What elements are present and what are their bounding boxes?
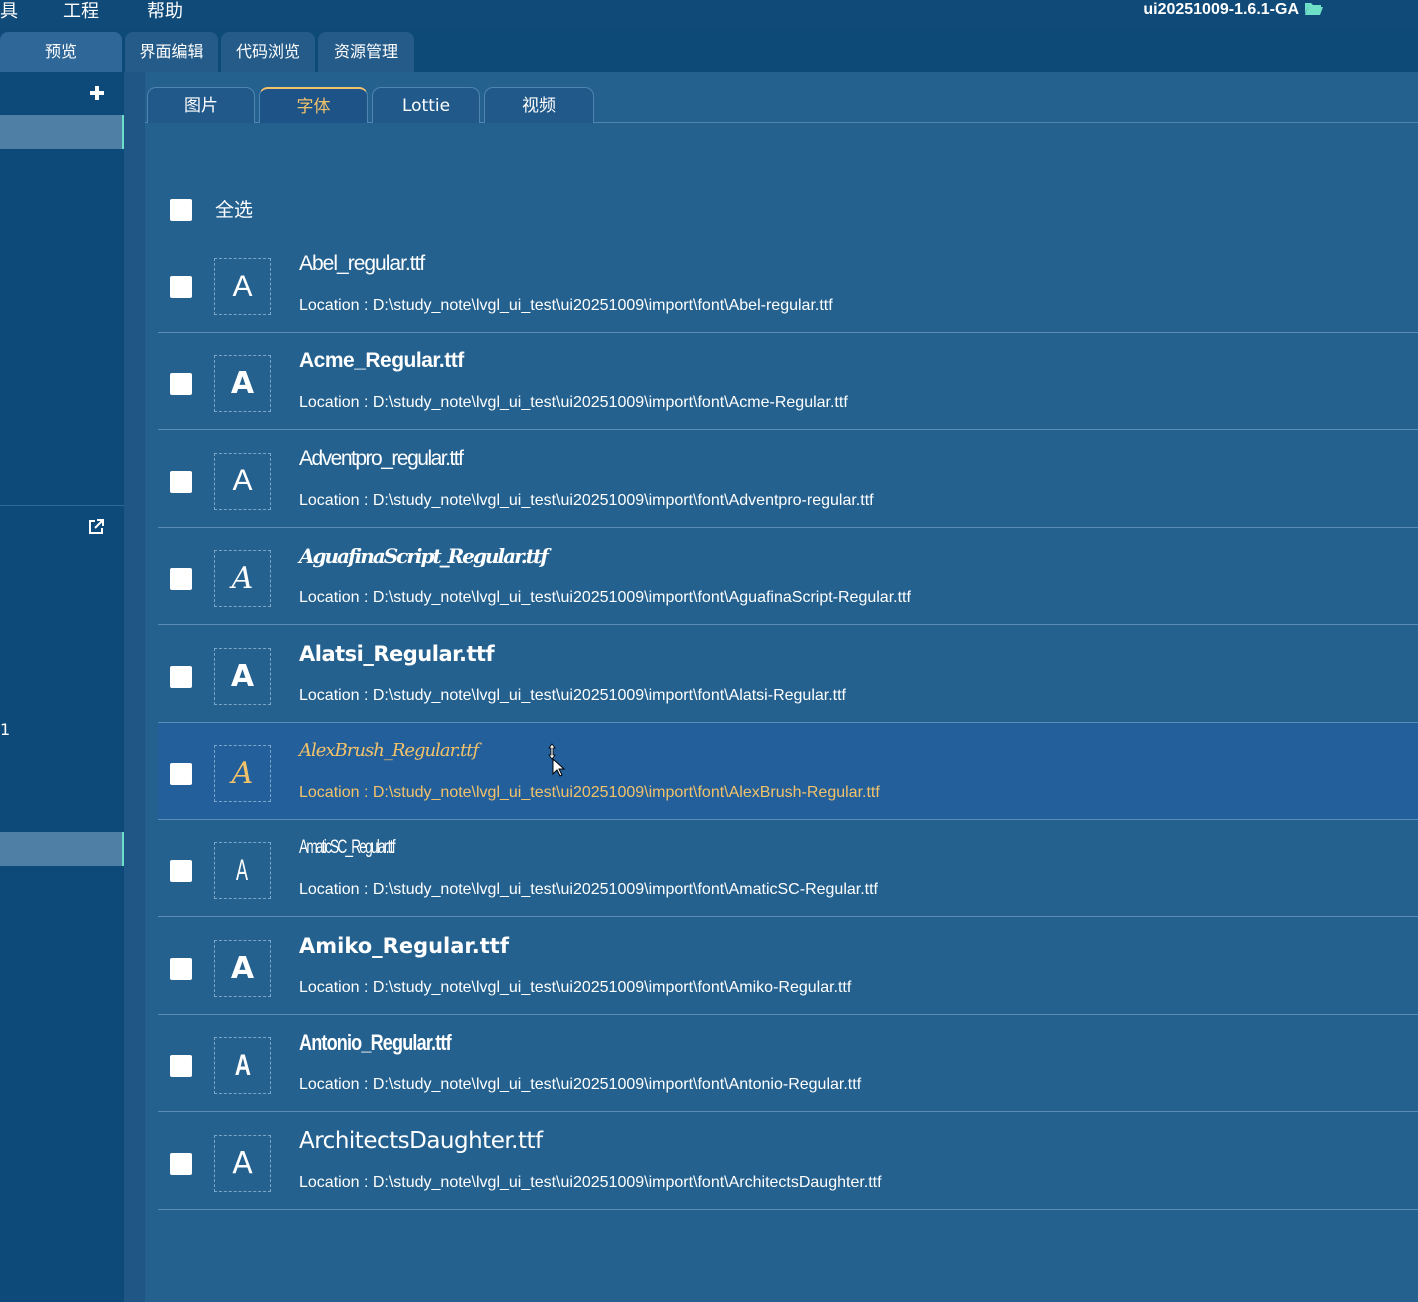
menu-tools[interactable]: 具 — [0, 0, 18, 24]
main-tabs-bar: 预览 界面编辑 代码浏览 资源管理 — [0, 30, 1418, 72]
font-location: Location : D:\study_note\lvgl_ui_test\ui… — [299, 881, 878, 899]
menu-bar: 具 工程 帮助 ui20251009-1.6.1-GA — [0, 0, 1418, 30]
font-row[interactable]: A Abel_regular.ttf Location : D:\study_not… — [158, 236, 1418, 333]
sidebar-divider — [0, 505, 124, 506]
font-preview-icon: A — [214, 647, 271, 705]
font-checkbox[interactable] — [170, 470, 192, 493]
sidebar-selected-item[interactable] — [0, 115, 125, 149]
font-location: Location : D:\study_note\lvgl_ui_test\ui… — [299, 1173, 882, 1191]
font-name: Antonio_Regular.ttf — [299, 1030, 452, 1056]
font-name: Abel_regular.ttf — [299, 252, 425, 275]
font-glyph: A — [231, 756, 254, 791]
font-checkbox[interactable] — [170, 1055, 192, 1078]
project-title-text: ui20251009-1.6.1-GA — [1143, 1, 1299, 18]
font-row[interactable]: A Alatsi_Regular.ttf Location : D:\study_n… — [158, 626, 1418, 723]
font-location: Location : D:\study_note\lvgl_ui_test\ui… — [299, 297, 833, 314]
font-location: Location : D:\study_note\lvgl_ui_test\ui… — [299, 978, 852, 996]
font-name: Adventpro_regular.ttf — [299, 446, 464, 470]
font-glyph: A — [236, 853, 249, 887]
font-checkbox[interactable] — [170, 957, 192, 980]
font-checkbox[interactable] — [170, 276, 192, 298]
tab-fonts[interactable]: 字体 — [259, 87, 368, 123]
font-preview-icon: A — [214, 258, 271, 315]
menu-project[interactable]: 工程 — [63, 0, 99, 24]
font-preview-icon: A — [214, 1134, 271, 1192]
font-glyph: A — [232, 464, 253, 498]
font-checkbox[interactable] — [170, 568, 192, 591]
tab-preview[interactable]: 预览 — [0, 32, 122, 72]
tab-images[interactable]: 图片 — [147, 87, 255, 123]
select-all-label: 全选 — [215, 199, 254, 221]
font-location: Location : D:\study_note\lvgl_ui_test\ui… — [299, 1076, 862, 1094]
sidebar-partial-text: 1 — [0, 720, 11, 739]
font-row[interactable]: A Adventpro_regular.ttf Location : D:\stud… — [158, 431, 1418, 528]
font-location: Location : D:\study_note\lvgl_ui_test\ui… — [299, 686, 846, 704]
resource-panel: 图片 字体 Lottie 视频 全选 A Abel_regular.ttf Loca… — [145, 72, 1418, 1302]
font-row[interactable]: A ArchitectsDaughter.ttf Location : D:\stu… — [158, 1113, 1418, 1210]
font-preview-icon: A — [214, 745, 271, 802]
project-title: ui20251009-1.6.1-GA — [1143, 0, 1324, 20]
font-glyph: A — [231, 561, 254, 597]
font-name: AmaticSC_Regular.ttf — [299, 837, 396, 859]
font-checkbox[interactable] — [170, 373, 192, 396]
font-glyph: A — [230, 366, 255, 402]
font-name: Alatsi_Regular.ttf — [299, 641, 495, 666]
tab-video[interactable]: 视频 — [484, 87, 594, 123]
tab-lottie[interactable]: Lottie — [372, 87, 480, 123]
left-sidebar: 1 — [0, 72, 125, 1302]
font-location: Location : D:\study_note\lvgl_ui_test\ui… — [299, 784, 880, 801]
font-checkbox[interactable] — [170, 665, 192, 688]
plus-icon[interactable] — [88, 84, 106, 102]
font-preview-icon: A — [214, 842, 271, 900]
font-checkbox[interactable] — [170, 1152, 192, 1175]
font-preview-icon: A — [214, 939, 271, 997]
font-name: AguafinaScript_Regular.ttf — [299, 544, 549, 569]
font-glyph: A — [230, 950, 255, 986]
menu-help[interactable]: 帮助 — [147, 0, 183, 24]
font-glyph: A — [230, 658, 255, 694]
font-name: Acme_Regular.ttf — [299, 349, 464, 373]
font-checkbox[interactable] — [170, 763, 192, 785]
font-location: Location : D:\study_note\lvgl_ui_test\ui… — [299, 394, 848, 412]
tab-code-browser[interactable]: 代码浏览 — [221, 32, 315, 72]
folder-open-icon[interactable] — [1304, 0, 1324, 21]
font-name: Amiko_Regular.ttf — [299, 933, 509, 958]
panel-gutter — [124, 72, 145, 1302]
font-row[interactable]: A AguafinaScript_Regular.ttf Location : D:… — [158, 528, 1418, 626]
font-glyph: A — [232, 1145, 253, 1181]
font-preview-icon: A — [214, 355, 271, 413]
mouse-cursor-icon — [548, 743, 566, 777]
select-all-checkbox[interactable] — [170, 199, 192, 221]
font-preview-icon: A — [214, 452, 271, 510]
font-glyph: A — [232, 269, 253, 303]
font-glyph: A — [234, 1048, 251, 1082]
font-name: AlexBrush_Regular.ttf — [299, 740, 479, 761]
tab-ui-editor[interactable]: 界面编辑 — [125, 32, 218, 72]
font-row[interactable]: A AmaticSC_Regular.ttf Location : D:\study… — [158, 820, 1418, 918]
font-row[interactable]: A AlexBrush_Regular.ttf Location : D:\stud… — [158, 723, 1418, 820]
font-preview-icon: A — [214, 550, 271, 608]
font-preview-icon: A — [214, 1037, 271, 1095]
external-link-icon[interactable] — [87, 518, 105, 536]
font-checkbox[interactable] — [170, 860, 192, 883]
font-row[interactable]: A Acme_Regular.ttf Location : D:\study_not… — [158, 333, 1418, 431]
font-location: Location : D:\study_note\lvgl_ui_test\ui… — [299, 491, 874, 509]
tab-resource-manager[interactable]: 资源管理 — [318, 32, 414, 72]
font-location: Location : D:\study_note\lvgl_ui_test\ui… — [299, 589, 911, 607]
font-name: ArchitectsDaughter.ttf — [299, 1127, 543, 1154]
sidebar-selected-item-2[interactable] — [0, 832, 125, 866]
font-row[interactable]: A Amiko_Regular.ttf Location : D:\study_no… — [158, 918, 1418, 1015]
font-row[interactable]: A Antonio_Regular.ttf Location : D:\study_… — [158, 1015, 1418, 1113]
